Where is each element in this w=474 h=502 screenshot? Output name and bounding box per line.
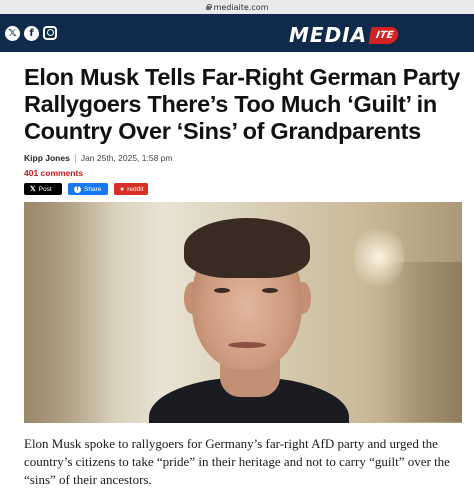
author-link[interactable]: Kipp Jones bbox=[24, 153, 70, 163]
logo-badge: ITE bbox=[368, 26, 400, 44]
publish-date: Jan 25th, 2025, 1:58 pm bbox=[80, 153, 173, 163]
share-facebook-button[interactable]: f Share bbox=[68, 183, 108, 195]
logo-wordmark: MEDIA bbox=[289, 23, 368, 47]
lede-line: Elon Musk spoke to rallygoers for German… bbox=[24, 436, 438, 451]
reddit-icon: ● bbox=[120, 185, 125, 193]
share-buttons: 𝕏 Post f Share ● reddit bbox=[24, 183, 148, 195]
lede-line: “sins” of their ancestors. bbox=[24, 472, 152, 487]
url-text[interactable]: mediaite.com bbox=[214, 3, 269, 12]
lock-icon bbox=[205, 4, 212, 10]
headline-line: Rallygoers There’s Too Much ‘Guilt’ in bbox=[24, 91, 437, 117]
facebook-icon[interactable]: f bbox=[24, 25, 39, 41]
byline: Kipp Jones Jan 25th, 2025, 1:58 pm bbox=[24, 153, 173, 163]
social-links: 𝕏 f bbox=[5, 25, 57, 41]
x-icon: 𝕏 bbox=[30, 186, 36, 193]
article-lede: Elon Musk spoke to rallygoers for German… bbox=[24, 435, 464, 489]
instagram-icon[interactable] bbox=[43, 25, 57, 40]
site-header: 𝕏 f MEDIA ITE bbox=[0, 14, 474, 52]
x-icon[interactable]: 𝕏 bbox=[5, 25, 20, 41]
share-x-button[interactable]: 𝕏 Post bbox=[24, 183, 62, 195]
site-logo[interactable]: MEDIA ITE bbox=[289, 23, 400, 47]
share-reddit-button[interactable]: ● reddit bbox=[114, 183, 148, 195]
share-x-label: Post bbox=[38, 185, 52, 193]
headline-line: Elon Musk Tells Far-Right German Party bbox=[24, 64, 461, 90]
comments-link[interactable]: 401 comments bbox=[24, 168, 83, 178]
share-facebook-label: Share bbox=[84, 185, 102, 193]
article-video-still[interactable] bbox=[24, 202, 462, 423]
lede-line: country’s citizens to take “pride” in th… bbox=[24, 454, 450, 469]
article-headline: Elon Musk Tells Far-Right German Party R… bbox=[24, 64, 464, 145]
browser-url-bar[interactable]: mediaite.com bbox=[0, 0, 474, 14]
share-reddit-label: reddit bbox=[127, 185, 144, 193]
facebook-icon: f bbox=[74, 185, 81, 193]
byline-divider bbox=[74, 153, 76, 163]
headline-line: Country Over ‘Sins’ of Grandparents bbox=[24, 118, 421, 144]
